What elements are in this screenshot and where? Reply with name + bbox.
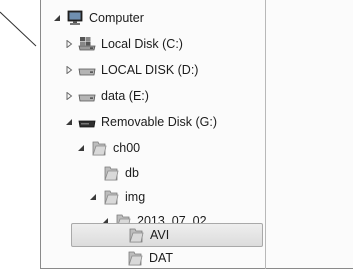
tree-item-label: ch00	[113, 141, 141, 155]
expanded-arrow-icon[interactable]	[51, 12, 63, 24]
expanded-arrow-icon[interactable]	[63, 116, 75, 128]
drive-icon	[78, 62, 96, 78]
folder-icon	[90, 140, 108, 156]
tree-item-local-disk-d[interactable]: LOCAL DISK (D:)	[63, 58, 198, 82]
callout-leader-line	[0, 11, 37, 47]
folder-icon	[127, 227, 145, 243]
tree-item-label: img	[125, 190, 146, 204]
tree-item-img[interactable]: img	[87, 185, 145, 209]
removable-drive-icon	[78, 114, 96, 130]
tree-item-avi[interactable]: AVI	[71, 223, 263, 247]
tree-item-label: Computer	[89, 11, 144, 25]
tree-item-computer[interactable]: Computer	[51, 6, 144, 30]
system-drive-icon	[78, 36, 96, 52]
drive-icon	[78, 88, 96, 104]
tree-item-ch00[interactable]: ch00	[75, 136, 140, 160]
folder-icon	[126, 250, 144, 266]
tree-item-local-disk-c[interactable]: Local Disk (C:)	[63, 32, 183, 56]
collapsed-arrow-icon[interactable]	[63, 64, 75, 76]
collapsed-arrow-icon[interactable]	[63, 90, 75, 102]
expanded-arrow-icon[interactable]	[87, 191, 99, 203]
tree-item-label: AVI	[150, 228, 170, 242]
pane-splitter[interactable]	[265, 0, 266, 269]
tree-item-db[interactable]: db	[87, 161, 139, 185]
tree-item-label: data (E:)	[101, 89, 149, 103]
folder-icon	[102, 189, 120, 205]
tree-item-label: LOCAL DISK (D:)	[101, 63, 199, 77]
collapsed-arrow-icon[interactable]	[63, 38, 75, 50]
tree-item-label: Removable Disk (G:)	[101, 115, 217, 129]
folder-icon	[102, 165, 120, 181]
expanded-arrow-icon[interactable]	[75, 142, 87, 154]
tree-item-label: DAT	[149, 251, 174, 265]
tree-item-label: db	[125, 166, 139, 180]
tree-item-dat[interactable]: DAT	[111, 246, 173, 270]
tree-item-data-e[interactable]: data (E:)	[63, 84, 149, 108]
computer-icon	[66, 10, 84, 26]
explorer-navigation-pane: Computer Local Disk (C:) LOCAL DISK (D:)…	[40, 0, 353, 269]
tree-item-label: Local Disk (C:)	[101, 37, 183, 51]
tree-item-removable-disk-g[interactable]: Removable Disk (G:)	[63, 110, 217, 134]
